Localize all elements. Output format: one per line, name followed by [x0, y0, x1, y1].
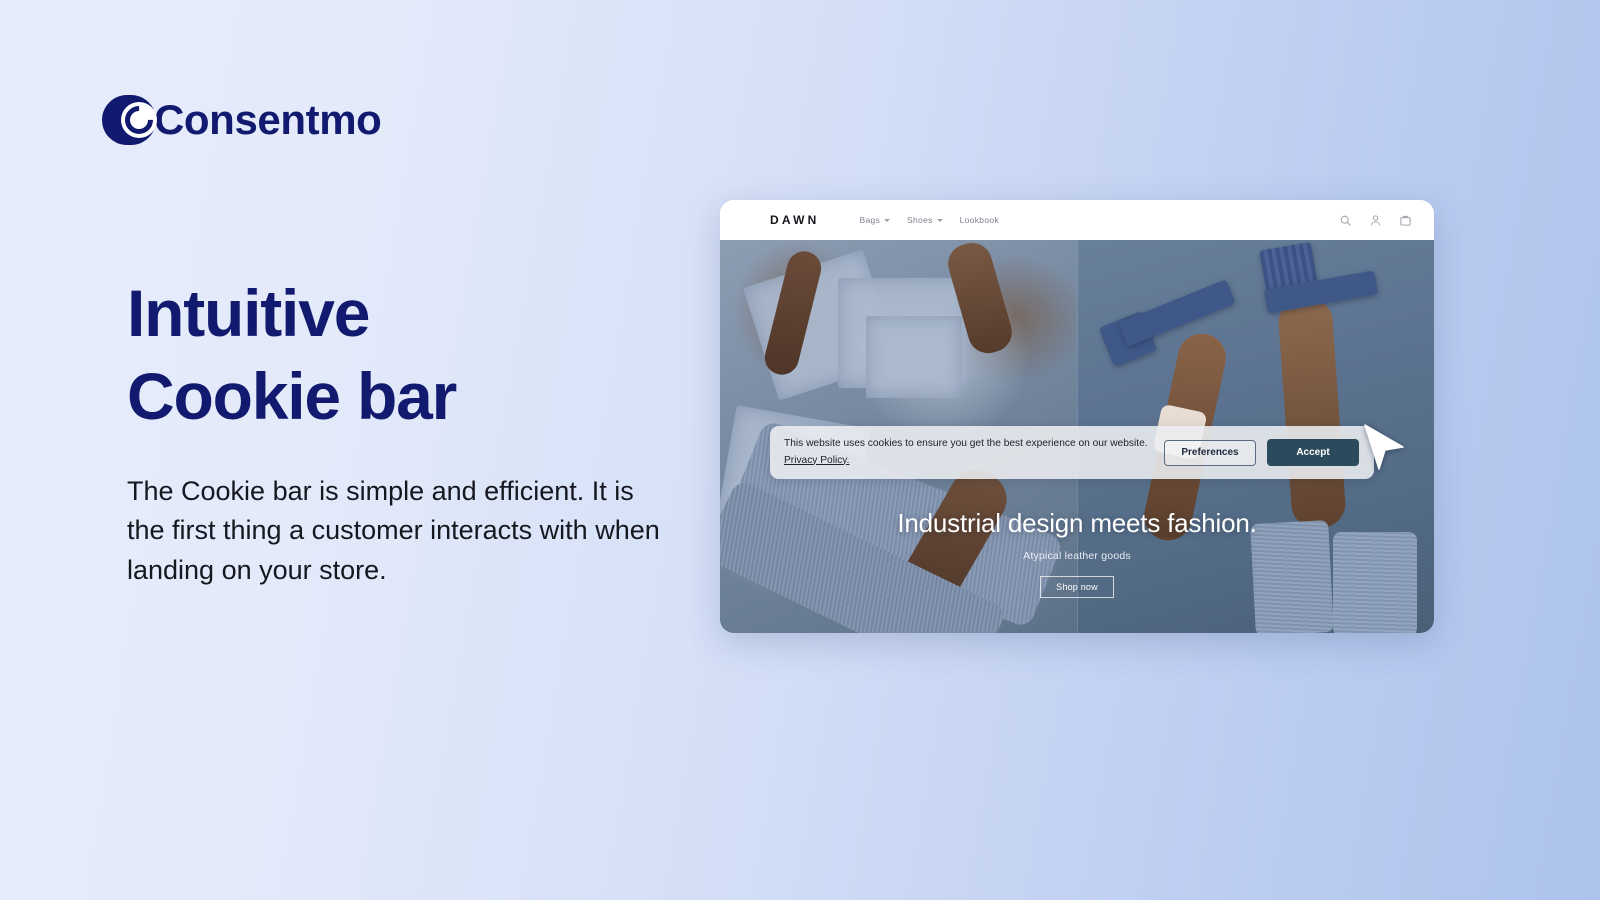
accept-button[interactable]: Accept [1267, 439, 1359, 466]
hero-title: Industrial design meets fashion. [897, 508, 1257, 538]
brand-logo: Consentmo [102, 95, 382, 145]
cookie-consent-bar: This website uses cookies to ensure you … [770, 426, 1374, 479]
headline-line-2: Cookie bar [127, 359, 457, 434]
nav-item-label: Shoes [907, 215, 933, 225]
nav-item-label: Lookbook [959, 215, 999, 225]
shop-now-button[interactable]: Shop now [1040, 576, 1114, 598]
consentmo-c-mark-icon [102, 95, 159, 145]
preferences-button[interactable]: Preferences [1164, 439, 1256, 466]
hero-description: The Cookie bar is simple and efficient. … [127, 476, 660, 585]
headline-line-1: Intuitive [127, 276, 370, 350]
nav-item-bags[interactable]: Bags [859, 215, 891, 225]
cookie-actions: Preferences Accept [1164, 439, 1359, 466]
hero-copy-block: Intuitive Cookie bar The Cookie bar is s… [127, 272, 727, 590]
nav-item-shoes[interactable]: Shoes [907, 215, 943, 225]
store-header-icons [1339, 214, 1412, 227]
arrow-pointer-icon [1359, 421, 1413, 475]
hero-subtitle: Atypical leather goods [1023, 550, 1131, 562]
cookie-message: This website uses cookies to ensure you … [784, 436, 1164, 469]
store-hero-image: Industrial design meets fashion. Atypica… [720, 240, 1434, 633]
hero-caption: Industrial design meets fashion. Atypica… [720, 508, 1434, 598]
chevron-down-icon [884, 218, 891, 222]
brand-name: Consentmo [154, 96, 382, 143]
cart-icon[interactable] [1399, 214, 1412, 227]
store-logo: DAWN [770, 213, 820, 227]
store-preview-mockup: DAWN Bags Shoes Lookbook Industrial desi… [720, 200, 1434, 633]
nav-item-label: Bags [859, 215, 881, 225]
privacy-policy-link[interactable]: Privacy Policy. [784, 455, 849, 466]
page-title: Intuitive Cookie bar [127, 272, 727, 438]
store-nav: Bags Shoes Lookbook [859, 215, 998, 225]
store-header: DAWN Bags Shoes Lookbook [720, 200, 1434, 240]
cookie-message-text: This website uses cookies to ensure you … [784, 437, 1148, 449]
chevron-down-icon [936, 218, 943, 222]
nav-item-lookbook[interactable]: Lookbook [960, 215, 999, 225]
search-icon[interactable] [1339, 214, 1352, 227]
account-icon[interactable] [1369, 214, 1382, 227]
